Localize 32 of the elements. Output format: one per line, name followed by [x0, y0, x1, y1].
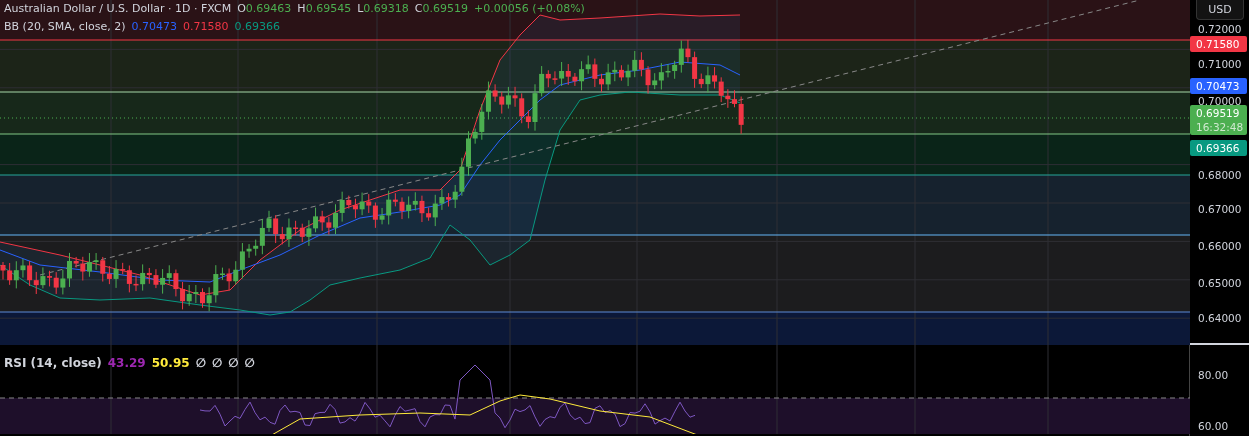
- ohlc-value: L0.69318: [357, 1, 409, 17]
- indicator-value: ∅: [211, 355, 223, 371]
- price-tag: 0.71580: [1190, 36, 1247, 52]
- price-label: 0.64000: [1197, 312, 1242, 324]
- indicator-value: 0.70473: [131, 19, 177, 35]
- indicator-value: ∅: [244, 355, 255, 371]
- price-label: 0.71000: [1197, 58, 1242, 70]
- symbol-title: Australian Dollar / U.S. Dollar · 1D · FXCM: [4, 1, 232, 17]
- indicator-value: 43.29: [107, 355, 146, 371]
- price-change: +0.00056 (+0.08%): [473, 1, 585, 17]
- price-label: 0.72000: [1197, 23, 1242, 35]
- indicator-label: RSI (14, close): [4, 355, 102, 371]
- price-label: 0.66000: [1197, 240, 1242, 252]
- indicator-value: 0.69366: [234, 19, 280, 35]
- price-label: 0.67000: [1197, 203, 1242, 215]
- price-tag: 0.69366: [1190, 140, 1247, 156]
- rsi-label: 80.00: [1197, 369, 1230, 381]
- currency-button[interactable]: USD: [1196, 0, 1244, 20]
- indicator-value: ∅: [195, 355, 206, 371]
- indicator-value: ∅: [228, 355, 239, 371]
- rsi-label: 60.00: [1197, 420, 1230, 432]
- price-label: 0.65000: [1197, 277, 1242, 289]
- indicator-value: 0.71580: [183, 19, 229, 35]
- price-label: 0.68000: [1197, 169, 1242, 181]
- indicator-label: BB (20, SMA, close, 2): [4, 19, 126, 35]
- ohlc-value: O0.69463: [237, 1, 292, 17]
- price-tag: 0.69519 16:32:48: [1190, 105, 1247, 135]
- price-tag: 0.70473: [1190, 78, 1247, 94]
- indicator-value: 50.95: [151, 355, 190, 371]
- ohlc-value: H0.69545: [297, 1, 352, 17]
- price-label: 0.70000: [1197, 95, 1242, 107]
- ohlc-value: C0.69519: [414, 1, 468, 17]
